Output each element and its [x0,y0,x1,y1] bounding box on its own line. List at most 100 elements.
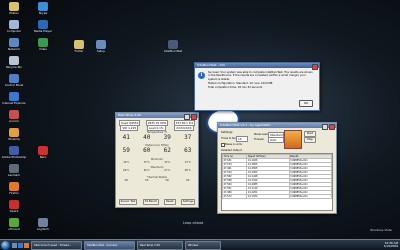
cell: 3.698853e-011 [288,194,332,199]
core-min: 33°C [184,161,191,164]
close-button[interactable] [191,113,197,120]
taskbar: Intel Core i5 quad - Thread... IntelBurn… [0,239,400,250]
dialog-text-3: Total completion time: 18 min 32 seconds [208,86,263,90]
times-to-run-input[interactable]: 10 [236,136,248,142]
internet-explorer-icon [9,92,19,101]
ok-button[interactable]: OK [299,100,313,107]
core-min: 35°C [143,161,150,164]
desktop-icon-mullan[interactable]: Mullan [1,2,27,15]
intel-inside-logo [284,130,302,149]
intel-icon [168,40,178,49]
taskbar-item[interactable]: IntelBurnTest - Success [84,240,135,250]
windows-brand: Windows Vista [370,228,392,232]
desktop-icon-control-panel[interactable]: Control Panel [1,74,27,87]
desktop-icon-network[interactable]: Network [1,38,27,51]
desktop-icon-lexmark[interactable]: Lexmark [1,164,27,177]
cell: 47.572 [222,194,248,199]
core-min: 36°C [123,161,130,164]
core-distance: 59 [122,147,130,154]
xs-bench-button[interactable]: XS Bench [142,199,160,205]
core-temp: 37 [184,134,192,141]
desktop-icon-ancom[interactable]: Ancom [1,110,27,123]
sensor-test-button[interactable]: Sensor Test [118,199,138,205]
desktop-icon-photoshop[interactable]: Adobe Photoshop [1,146,27,159]
desktop-icon-utorrent[interactable]: uTorrent [1,218,27,231]
settings-button[interactable]: Settings [180,199,196,205]
intelburntest-title: IntelBurnTest v2.1 - by AgentGOD [220,123,271,127]
desktop-icon-recycle-bin[interactable]: Recycle Bin [1,56,27,69]
pause-on-error-label: Pause on error [225,142,243,146]
dialog-titlebar[interactable]: IntelBurnTest - Info [195,63,319,70]
threads-select[interactable]: Auto [268,137,284,143]
logitech-icon [38,218,48,227]
taskbar-item[interactable]: Window [185,240,221,250]
core-status: OK [124,179,128,182]
realtemp-titlebar[interactable]: Real Temp 3.00 [116,113,198,120]
minimize-button[interactable] [322,123,328,130]
utorrent-icon [9,218,19,227]
desktop-icon-intelburntest[interactable]: IntelBurnTest [160,40,186,53]
core-max: 66°C [143,169,150,172]
folder-icon [9,2,19,11]
intelburntest-titlebar[interactable]: IntelBurnTest v2.1 - by AgentGOD [218,123,336,130]
quick-launch [12,242,29,248]
desktop-icon-opera[interactable]: Opera [1,200,27,213]
table-row[interactable]: 47.572 41.1534 3.698853e-011 [222,194,332,199]
close-button[interactable] [329,123,335,130]
minimize-button[interactable] [184,113,190,120]
reset-button[interactable]: Reset [164,199,176,205]
dialog-title: IntelBurnTest - Info [197,63,226,67]
info-dialog[interactable]: IntelBurnTest - Info i Success! Your sys… [194,62,320,111]
intelburntest-window[interactable]: IntelBurnTest v2.1 - by AgentGOD Setting… [217,122,337,214]
desktop-icon-computer[interactable]: Computer [1,20,27,33]
skype-icon [38,2,48,11]
desktop-icon-firefox[interactable]: Firefox [1,182,27,195]
firefox-icon[interactable] [24,242,29,248]
core-temp: 40 [143,134,151,141]
dialog-message: Success! Your system was able to complet… [208,71,314,89]
info-icon: i [198,72,205,79]
taskbar-item[interactable]: Real Temp 3.00 [137,240,183,250]
computer-icon [9,20,19,29]
close-button[interactable] [312,63,318,70]
show-desktop-icon[interactable] [12,242,17,248]
taskbar-item[interactable]: Intel Core i5 quad - Thread... [31,240,82,250]
desktop-icon-skype[interactable]: Skype [30,2,56,15]
core-status: OK [186,179,190,182]
core-distance: 63 [184,147,192,154]
stress-level-label: Stress Level [254,133,269,136]
core-max: 69°C [123,169,130,172]
results-table-wrap[interactable]: Time (s) Speed (GFlops) Results 47.631 41… [221,153,333,211]
desktop-icon-winamp[interactable]: Winamp [1,128,27,141]
start-button[interactable] [1,240,10,250]
control-panel-icon [9,74,19,83]
core-max: 68°C [184,169,191,172]
desktop-icon-logitech[interactable]: Logitech [30,218,56,231]
results-table: Time (s) Speed (GFlops) Results 47.631 41… [222,154,332,199]
desktop-icon-video[interactable]: Video [30,38,56,51]
system-tray[interactable]: 10:36 AM 3/19/2009 [383,241,398,248]
photoshop-icon [9,146,19,155]
network-icon [9,38,19,47]
opera-icon [9,200,19,209]
stop-button[interactable]: Stop [304,137,316,143]
realtemp-window[interactable]: Real Temp 3.00 Quad Q9550 2835.76 MHz 33… [115,112,199,208]
folder-icon [74,40,84,49]
desktop-icon-setup[interactable]: Setup [88,40,114,53]
desktop-icon-internet-explorer[interactable]: Internet Explorer [1,92,27,105]
clock-date: 3/19/2009 [383,243,398,248]
dialog-text-1: Success! Your system was able to complet… [208,71,313,81]
results-label: Detailed Output [221,149,242,152]
core-max: 67°C [164,169,171,172]
ie-icon[interactable] [18,242,23,248]
nero-icon [38,146,48,155]
settings-label: Settings [221,130,233,134]
cell: 41.1534 [246,194,290,199]
desktop-icon-media-player[interactable]: Media Player [30,20,56,33]
core-temp: 39 [163,134,171,141]
core-distance: 60 [143,147,151,154]
setup-icon [96,40,106,49]
times-to-run-label: Times to Run [221,137,237,140]
core-status: OK [165,179,169,182]
desktop-icon-nero[interactable]: Nero [30,146,56,159]
